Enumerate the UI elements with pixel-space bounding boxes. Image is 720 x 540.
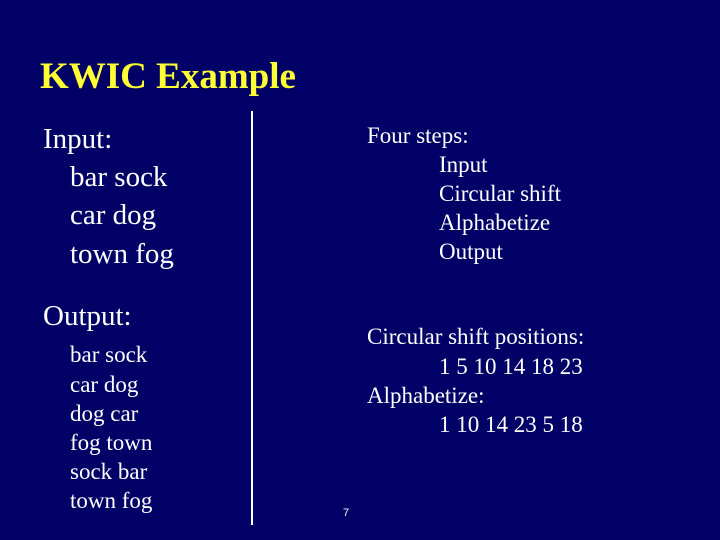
input-heading: Input:: [43, 123, 113, 155]
step-item: Circular shift: [439, 181, 561, 206]
output-line: town fog: [70, 488, 153, 513]
output-line: fog town: [70, 430, 153, 455]
column-divider: [251, 111, 253, 525]
input-line: bar sock: [70, 161, 168, 193]
output-heading: Output:: [43, 300, 132, 332]
output-line: car dog: [70, 372, 139, 397]
alphabetize-heading: Alphabetize:: [367, 383, 485, 408]
output-line: bar sock: [70, 342, 148, 367]
step-item: Alphabetize: [439, 210, 551, 235]
page-number: 7: [343, 507, 350, 519]
output-line: dog car: [70, 401, 139, 426]
step-item: Input: [439, 152, 488, 177]
step-item: Output: [439, 239, 503, 264]
input-line: car dog: [70, 199, 157, 231]
alphabetize-values: 1 10 14 23 5 18: [439, 412, 583, 437]
steps-heading: Four steps:: [367, 123, 469, 148]
shift-positions-values: 1 5 10 14 18 23: [439, 354, 583, 379]
shift-positions-heading: Circular shift positions:: [367, 324, 585, 349]
output-line: sock bar: [70, 459, 148, 484]
slide-title: KWIC Example: [40, 56, 296, 97]
input-line: town fog: [70, 238, 174, 270]
